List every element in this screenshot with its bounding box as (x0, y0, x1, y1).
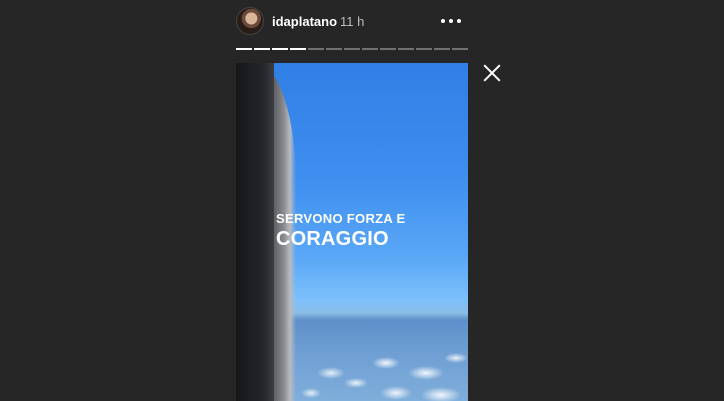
progress-segment (272, 48, 288, 50)
progress-segment (326, 48, 342, 50)
progress-segment (290, 48, 306, 50)
progress-segment (380, 48, 396, 50)
close-icon[interactable] (481, 62, 503, 84)
progress-segment (434, 48, 450, 50)
timestamp: 11 h (340, 14, 365, 29)
progress-segment (452, 48, 468, 50)
progress-segment (398, 48, 414, 50)
progress-segment (236, 48, 252, 50)
story-caption-line2: CORAGGIO (276, 228, 389, 250)
username[interactable]: idaplatano (272, 14, 337, 29)
progress-segment (308, 48, 324, 50)
progress-segment (362, 48, 378, 50)
avatar[interactable] (236, 7, 264, 35)
progress-segment (254, 48, 270, 50)
story-header: idaplatano 11 h (236, 7, 468, 35)
story-progress-bar (236, 48, 468, 50)
more-options-icon[interactable] (441, 11, 463, 31)
progress-segment (344, 48, 360, 50)
story-media[interactable]: SERVONO FORZA E CORAGGIO (236, 63, 468, 401)
story-caption-line1: SERVONO FORZA E (276, 211, 406, 226)
progress-segment (416, 48, 432, 50)
